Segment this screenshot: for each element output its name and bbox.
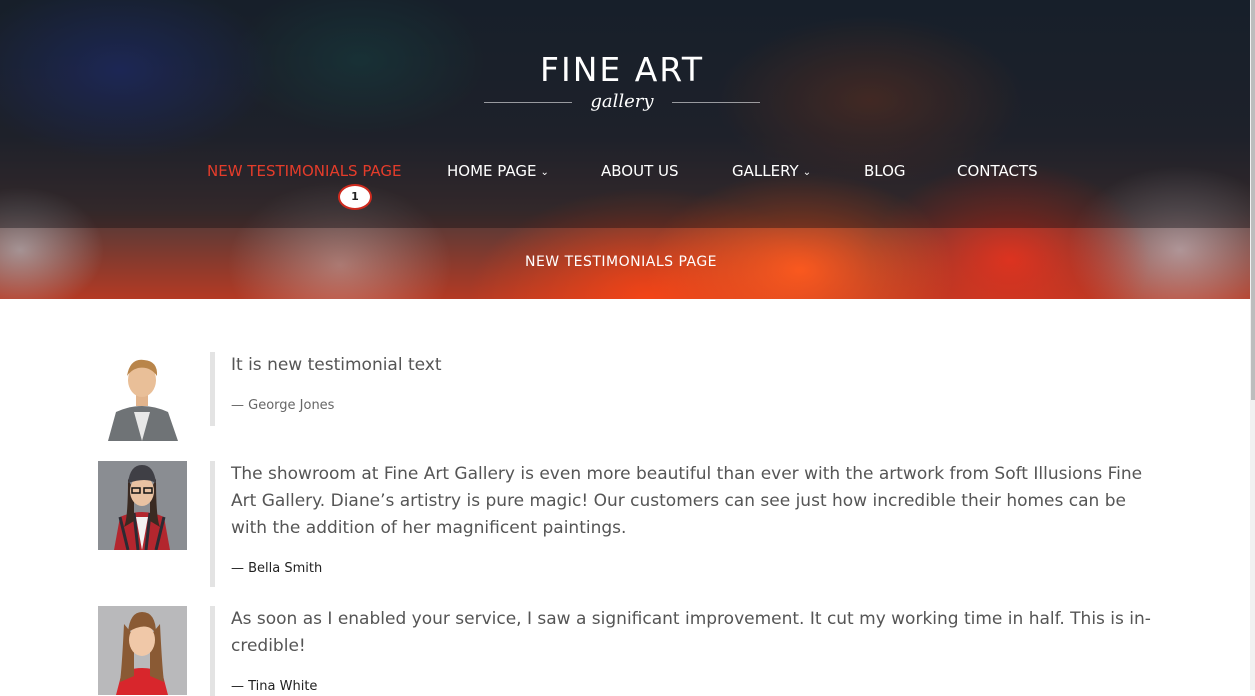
nav-item-home-page[interactable]: HOME PAGE ⌄: [447, 160, 549, 185]
nav-item-label: HOME PAGE: [447, 162, 537, 180]
nav-item-label: NEW TESTIMONIALS PAGE: [207, 162, 402, 180]
testimonial-text: It is new testimonial text: [231, 355, 442, 375]
testimonial-quote: It is new testimonial text — George Jone…: [210, 352, 1161, 426]
nav-item-contacts[interactable]: CONTACTS: [957, 160, 1038, 182]
testimonial-text: The showroom at Fine Art Gallery is even…: [231, 464, 1143, 538]
logo-title: FINE ART: [539, 50, 704, 89]
main-nav: NEW TESTIMONIALS PAGE HOME PAGE ⌄ ABOUT U…: [0, 160, 1250, 184]
site-logo[interactable]: FINE ART gallery: [484, 52, 760, 116]
testimonial-author: — George Jones: [231, 398, 335, 413]
logo-divider-right: [672, 102, 760, 103]
testimonial-author: — Bella Smith: [231, 561, 323, 576]
nav-item-label: ABOUT US: [601, 162, 679, 180]
testimonial-quote: The showroom at Fine Art Gallery is even…: [210, 461, 1161, 587]
header-banner: FINE ART gallery NEW TESTIMONIALS PAGE H…: [0, 0, 1250, 299]
nav-item-label: BLOG: [864, 162, 906, 180]
testimonial-author: — Tina White: [231, 679, 318, 694]
page-title: NEW TESTIMONIALS PAGE: [524, 254, 718, 270]
page-scrollbar[interactable]: [1250, 0, 1255, 690]
avatar: [98, 352, 187, 441]
logo-divider-left: [484, 102, 572, 103]
chevron-down-icon: ⌄: [802, 167, 812, 178]
scrollbar-thumb[interactable]: [1251, 0, 1255, 400]
annotation-badge: 1: [338, 184, 372, 210]
nav-item-label: GALLERY: [732, 162, 799, 180]
testimonial-quote: As soon as I enabled your service, I saw…: [210, 606, 1161, 696]
nav-item-new-testimonials[interactable]: NEW TESTIMONIALS PAGE: [207, 160, 402, 182]
nav-item-label: CONTACTS: [957, 162, 1038, 180]
chevron-down-icon: ⌄: [540, 167, 549, 178]
testimonial-text: As soon as I enabled your service, I saw…: [231, 609, 1151, 656]
avatar: [98, 606, 187, 695]
nav-item-gallery[interactable]: GALLERY ⌄: [732, 160, 811, 185]
nav-item-blog[interactable]: BLOG: [864, 160, 906, 182]
nav-item-about-us[interactable]: ABOUT US: [601, 160, 679, 182]
avatar: [98, 461, 187, 550]
